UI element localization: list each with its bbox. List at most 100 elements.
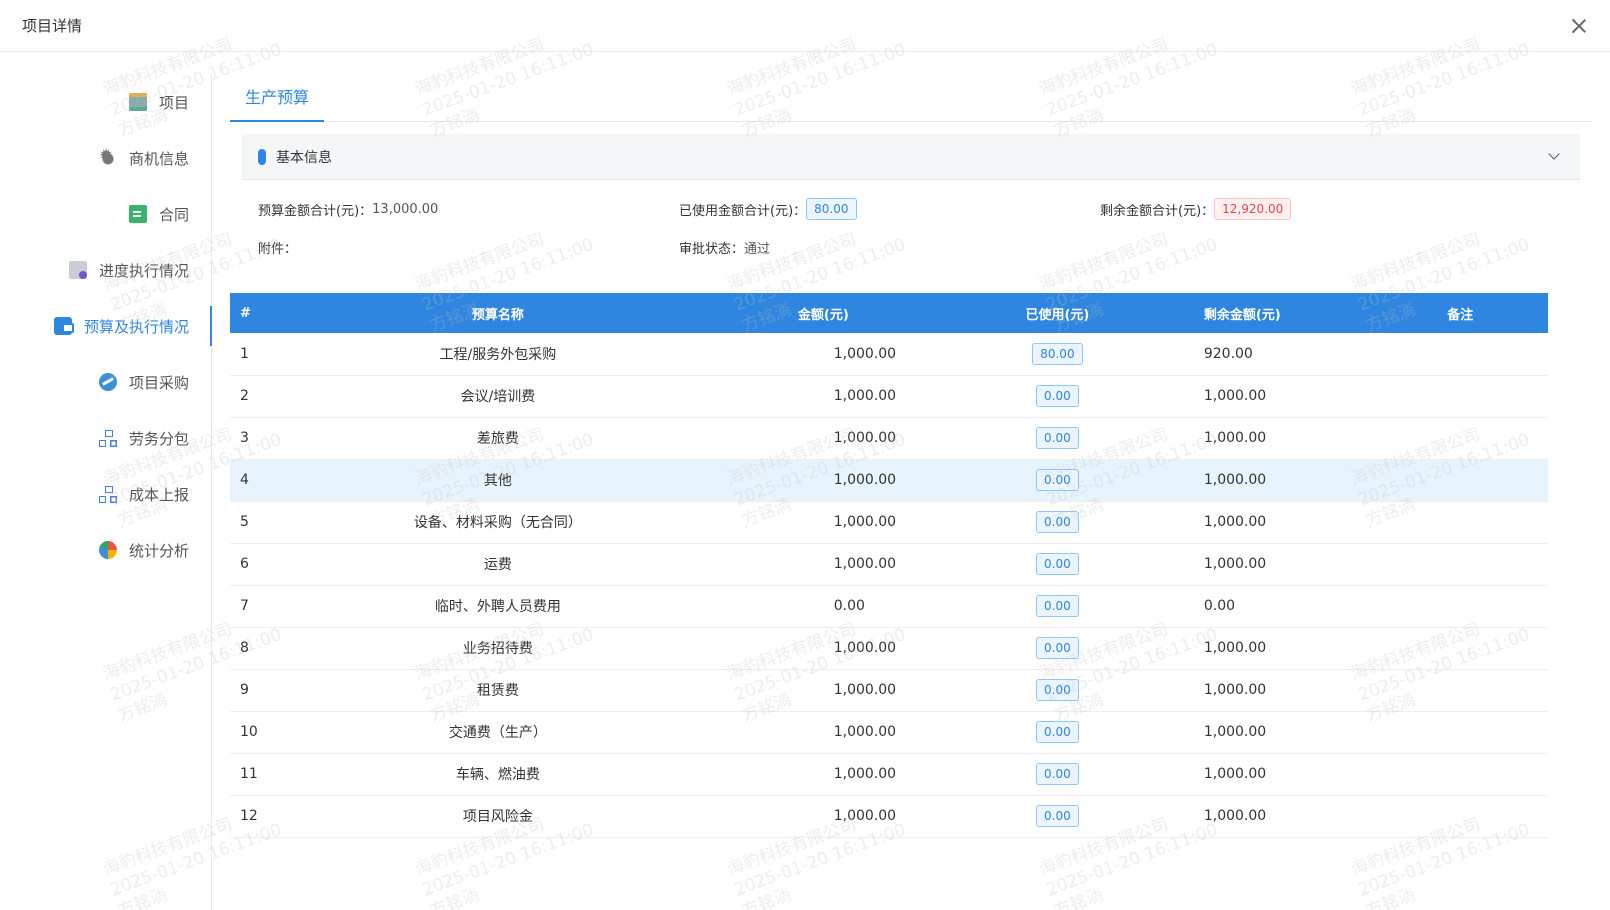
budget-amount: 1,000.00 [703,501,943,544]
row-index: 1 [230,333,293,376]
remaining-total-label: 剩余金额合计(元)： [1100,203,1215,219]
column-header-note: 备注 [1372,293,1548,333]
row-index: 3 [230,417,293,460]
used-amount-tag[interactable]: 0.00 [1036,511,1079,533]
used-amount-tag[interactable]: 0.00 [1036,721,1079,743]
close-icon[interactable] [1570,17,1588,35]
budget-amount: 1,000.00 [703,333,943,376]
column-header-amount: 金额(元) [703,293,943,333]
table-row[interactable]: 9 租赁费 1,000.00 0.00 1,000.00 [230,669,1548,712]
budget-amount: 1,000.00 [703,795,943,838]
budget-total: 预算金额合计(元)： 13,000.00 [258,198,679,220]
remaining-total-tag: 12,920.00 [1214,198,1292,220]
used-cell: 80.00 [942,333,1172,376]
attachment-label: 附件： [258,241,298,257]
used-amount-tag[interactable]: 0.00 [1036,469,1079,491]
used-amount-tag[interactable]: 80.00 [1032,342,1083,365]
budget-total-label: 预算金额合计(元)： [258,203,373,219]
sidebar-item-cost-report[interactable]: 成本上报 [0,466,211,522]
remaining-amount: 920.00 [1171,333,1373,376]
budget-name: 交通费（生产） [292,711,704,754]
remaining-amount: 1,000.00 [1171,669,1373,712]
used-cell: 0.00 [942,753,1172,796]
table-body: 1 工程/服务外包采购 1,000.00 80.00 920.00 2 会议/培训费 1,00… [230,333,1548,838]
table-row[interactable]: 1 工程/服务外包采购 1,000.00 80.00 920.00 [230,333,1548,376]
used-amount-tag[interactable]: 0.00 [1036,805,1079,827]
table-row[interactable]: 7 临时、外聘人员费用 0.00 0.00 0.00 [230,585,1548,628]
note [1372,711,1548,754]
remaining-amount: 1,000.00 [1171,753,1373,796]
budget-table: # 预算名称 金额(元) 已使用(元) 剩余金额(元) 备注 1 工程/服务外包采… [230,293,1548,838]
row-index: 7 [230,585,293,628]
sidebar-item-label: 商机信息 [128,149,189,168]
table-row[interactable]: 11 车辆、燃油费 1,000.00 0.00 1,000.00 [230,753,1548,796]
watermark-user: 方铭淌 [739,884,795,910]
tab-bar: 生产预算 [230,74,1592,122]
row-index: 11 [230,753,293,796]
used-amount-tag[interactable]: 0.00 [1036,679,1079,701]
bug-icon [98,146,117,167]
remaining-amount: 1,000.00 [1171,627,1373,670]
pie-chart-icon [98,541,117,559]
sidebar-item-subcontract[interactable]: 劳务分包 [0,410,211,466]
sidebar-item-contract[interactable]: 合同 [0,186,211,242]
used-amount-tag[interactable]: 0.00 [1036,385,1079,407]
budget-amount: 1,000.00 [703,375,943,418]
basic-info-grid: 预算金额合计(元)： 13,000.00 已使用金额合计(元)： 80.00 剩… [230,180,1592,258]
table-row[interactable]: 3 差旅费 1,000.00 0.00 1,000.00 [230,417,1548,460]
remaining-amount: 1,000.00 [1171,795,1373,838]
sidebar-item-label: 项目采购 [128,373,189,392]
note [1372,543,1548,586]
table-row[interactable]: 2 会议/培训费 1,000.00 0.00 1,000.00 [230,375,1548,418]
column-header-index: # [230,293,293,333]
tab-production-budget[interactable]: 生产预算 [230,74,324,122]
note [1372,333,1548,376]
used-cell: 0.00 [942,795,1172,838]
table-row[interactable]: 4 其他 1,000.00 0.00 1,000.00 [230,459,1548,502]
sidebar-item-purchase[interactable]: 项目采购 [0,354,211,410]
budget-name: 临时、外聘人员费用 [292,585,704,628]
table-row[interactable]: 8 业务招待费 1,000.00 0.00 1,000.00 [230,627,1548,670]
watermark-user: 方铭淌 [427,884,483,910]
budget-amount: 1,000.00 [703,711,943,754]
used-amount-tag[interactable]: 0.00 [1036,637,1079,659]
used-cell: 0.00 [942,627,1172,670]
remaining-amount: 1,000.00 [1171,501,1373,544]
used-amount-tag[interactable]: 0.00 [1036,595,1079,617]
budget-amount: 1,000.00 [703,669,943,712]
basic-info-collapse[interactable]: 基本信息 [242,134,1580,180]
table-row[interactable]: 12 项目风险金 1,000.00 0.00 1,000.00 [230,795,1548,838]
sidebar-item-label: 成本上报 [128,485,189,504]
note [1372,627,1548,670]
used-amount-tag[interactable]: 0.00 [1036,763,1079,785]
book-icon [128,93,147,111]
sidebar-item-progress[interactable]: 进度执行情况 [0,242,211,298]
sidebar-item-project[interactable]: 项目 [0,74,211,130]
sidebar-item-opportunity[interactable]: 商机信息 [0,130,211,186]
chevron-down-icon[interactable] [1548,148,1560,160]
sidebar-item-statistics[interactable]: 统计分析 [0,522,211,578]
section-title: 基本信息 [276,149,332,166]
used-amount-tag[interactable]: 0.00 [1036,553,1079,575]
sidebar-item-label: 进度执行情况 [98,261,189,280]
used-amount-tag[interactable]: 0.00 [1036,427,1079,449]
remaining-amount: 1,000.00 [1171,417,1373,460]
used-cell: 0.00 [942,669,1172,712]
table-header-row: # 预算名称 金额(元) 已使用(元) 剩余金额(元) 备注 [230,293,1548,333]
approval-value: 通过 [744,241,771,257]
budget-amount: 1,000.00 [703,753,943,796]
used-cell: 0.00 [942,459,1172,502]
budget-name: 工程/服务外包采购 [292,333,704,376]
table-row[interactable]: 6 运费 1,000.00 0.00 1,000.00 [230,543,1548,586]
budget-name: 车辆、燃油费 [292,753,704,796]
table-row[interactable]: 5 设备、材料采购（无合同） 1,000.00 0.00 1,000.00 [230,501,1548,544]
remaining-amount: 0.00 [1171,585,1373,628]
used-cell: 0.00 [942,501,1172,544]
note [1372,501,1548,544]
sidebar-item-budget[interactable]: 预算及执行情况 [0,298,212,354]
remaining-total: 剩余金额合计(元)： 12,920.00 [1100,198,1500,220]
main-content: 生产预算 基本信息 预算金额合计(元)： 13,000.00 已使用金额合计(元… [230,74,1592,838]
budget-name: 会议/培训费 [292,375,704,418]
used-total-label: 已使用金额合计(元)： [679,203,807,219]
table-row[interactable]: 10 交通费（生产） 1,000.00 0.00 1,000.00 [230,711,1548,754]
